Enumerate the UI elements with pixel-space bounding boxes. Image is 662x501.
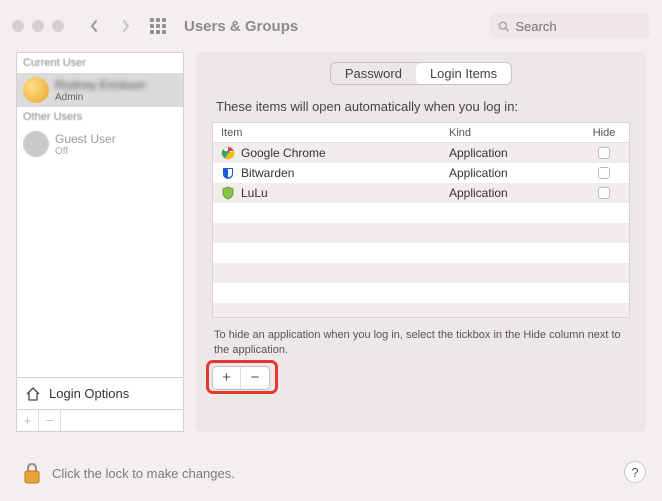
table-row xyxy=(213,263,629,283)
item-kind: Application xyxy=(449,186,579,200)
item-name: Bitwarden xyxy=(241,166,294,180)
window-controls xyxy=(12,20,64,32)
table-row[interactable]: Google Chrome Application xyxy=(213,143,629,163)
lock-footer: Click the lock to make changes. xyxy=(22,461,235,485)
avatar xyxy=(23,77,49,103)
bitwarden-icon xyxy=(221,166,235,180)
lock-text: Click the lock to make changes. xyxy=(52,466,235,481)
table-row xyxy=(213,283,629,303)
table-row[interactable]: Bitwarden Application xyxy=(213,163,629,183)
hide-checkbox[interactable] xyxy=(598,147,610,159)
item-name: LuLu xyxy=(241,186,268,200)
item-name: Google Chrome xyxy=(241,146,326,160)
avatar xyxy=(23,131,49,157)
main-panel: Password Login Items These items will op… xyxy=(196,52,646,432)
forward-button[interactable] xyxy=(114,14,138,38)
hide-checkbox[interactable] xyxy=(598,167,610,179)
lock-icon[interactable] xyxy=(22,461,42,485)
lulu-icon xyxy=(221,186,235,200)
search-field[interactable] xyxy=(490,13,650,39)
hide-checkbox[interactable] xyxy=(598,187,610,199)
tab-bar: Password Login Items xyxy=(330,62,512,85)
sidebar-add-remove: + − xyxy=(16,410,184,432)
user-list: Current User Rodney Erickson Admin Other… xyxy=(16,52,184,378)
col-hide[interactable]: Hide xyxy=(579,127,629,139)
login-items-caption: These items will open automatically when… xyxy=(216,99,626,114)
add-login-item[interactable]: + xyxy=(213,367,241,389)
add-remove-buttons: + − xyxy=(212,366,270,390)
back-button[interactable] xyxy=(82,14,106,38)
hide-hint: To hide an application when you log in, … xyxy=(214,328,628,358)
table-row xyxy=(213,203,629,223)
show-all-button[interactable] xyxy=(146,14,170,38)
zoom-window[interactable] xyxy=(52,20,64,32)
user-role: Off xyxy=(55,146,116,157)
user-role: Admin xyxy=(55,92,146,103)
table-row xyxy=(213,243,629,263)
sidebar: Current User Rodney Erickson Admin Other… xyxy=(16,52,184,432)
chrome-icon xyxy=(221,146,235,160)
window-title: Users & Groups xyxy=(184,18,298,35)
user-name: Guest User xyxy=(55,132,116,146)
search-input[interactable] xyxy=(515,19,642,34)
item-kind: Application xyxy=(449,146,579,160)
tab-password[interactable]: Password xyxy=(331,63,416,84)
grid-icon xyxy=(150,18,166,34)
sidebar-user-current[interactable]: Rodney Erickson Admin xyxy=(17,73,183,107)
login-options-button[interactable]: Login Options xyxy=(16,378,184,410)
tab-login-items[interactable]: Login Items xyxy=(416,63,511,84)
login-items-table: Item Kind Hide Google ChromeApplicationB… xyxy=(212,122,630,318)
login-options-label: Login Options xyxy=(49,386,129,401)
house-icon xyxy=(25,386,41,402)
item-kind: Application xyxy=(449,166,579,180)
table-row xyxy=(213,223,629,243)
user-name: Rodney Erickson xyxy=(55,78,146,92)
col-item[interactable]: Item xyxy=(213,127,449,139)
sidebar-remove-user[interactable]: − xyxy=(39,410,61,431)
table-row[interactable]: LuLu Application xyxy=(213,183,629,203)
remove-login-item[interactable]: − xyxy=(241,367,269,389)
help-button[interactable]: ? xyxy=(624,461,646,483)
close-window[interactable] xyxy=(12,20,24,32)
table-header: Item Kind Hide xyxy=(213,123,629,143)
table-row xyxy=(213,303,629,318)
toolbar: Users & Groups xyxy=(0,0,662,52)
minimize-window[interactable] xyxy=(32,20,44,32)
section-other-users: Other Users xyxy=(17,107,183,127)
sidebar-user-guest[interactable]: Guest User Off xyxy=(17,127,183,161)
sidebar-add-user[interactable]: + xyxy=(17,410,39,431)
section-current-user: Current User xyxy=(17,53,183,73)
search-icon xyxy=(498,20,509,33)
col-kind[interactable]: Kind xyxy=(449,127,579,139)
